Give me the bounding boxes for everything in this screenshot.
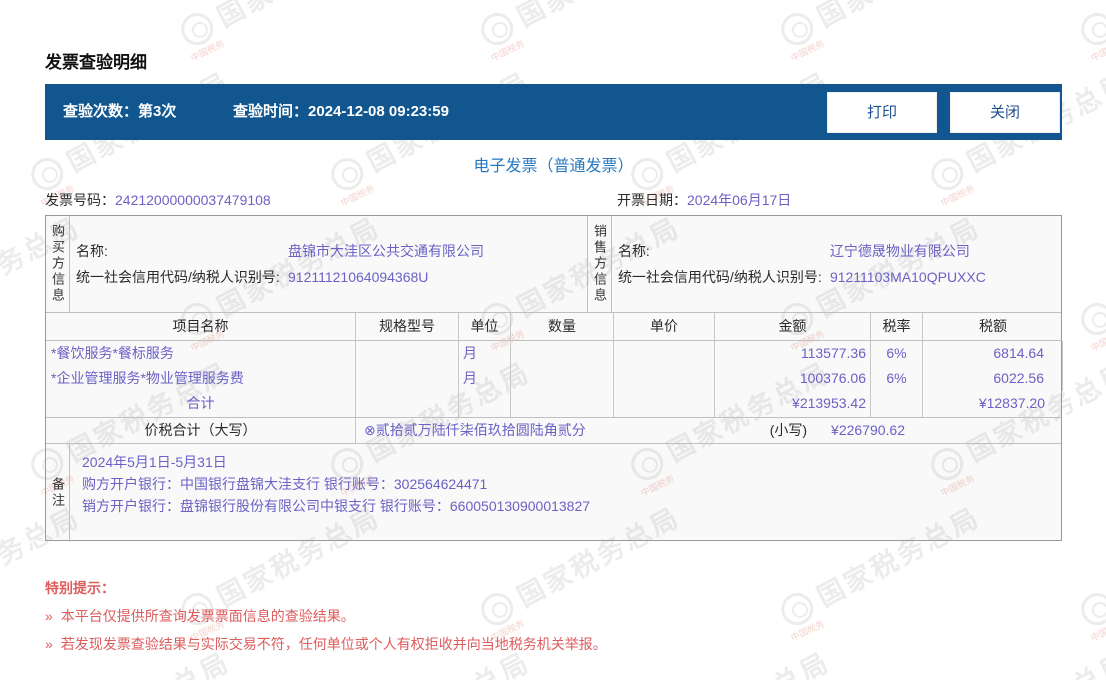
remarks-side-label: 备注 <box>50 477 65 509</box>
notice-item: » 本平台仅提供所查询发票票面信息的查验结果。 <box>45 606 355 626</box>
items-table-header: 项目名称 规格型号 单位 数量 单价 金额 税率 税额 <box>46 313 1061 341</box>
remark-line: 购方开户银行：中国银行盘锦大洼支行 银行账号：302564624471 <box>82 476 488 492</box>
item-row-price <box>614 366 715 391</box>
col-header-spec: 规格型号 <box>356 313 459 340</box>
notice-title: 特别提示： <box>45 580 115 596</box>
item-row-taxrate: 6% <box>871 341 923 366</box>
seller-taxid-label: 统一社会信用代码/纳税人识别号: <box>617 269 822 285</box>
col-header-price: 单价 <box>614 313 715 340</box>
grand-total-words: ⊗贰拾贰万陆仟柒佰玖拾圆陆角贰分 <box>364 422 586 438</box>
grand-total-small: (小写) ¥226790.62 <box>770 418 905 443</box>
check-time-value: 2024-12-08 09:23:59 <box>308 103 449 120</box>
item-row-tax: 6022.56 <box>923 366 1063 391</box>
remark-line: 2024年5月1日-5月31日 <box>82 454 227 470</box>
grand-total-row: 价税合计（大写） ⊗贰拾贰万陆仟柒佰玖拾圆陆角贰分 (小写) ¥226790.6… <box>46 417 1061 443</box>
seller-taxid-value: 91211103MA10QPUXXC <box>829 269 986 285</box>
buyer-name-label: 名称: <box>76 243 108 259</box>
remark-line: 销方开户银行：盘锦银行股份有限公司中银支行 银行账号：6600501309000… <box>82 498 591 514</box>
seller-taxid-row: 统一社会信用代码/纳税人识别号: 91211103MA10QPUXXC <box>618 264 1061 290</box>
notice-bullet: » <box>45 608 53 624</box>
item-row-unit: 月 <box>459 366 511 391</box>
items-table-body: *餐饮服务*餐标服务 月 113577.36 6% 6814.64 *企业管理服… <box>46 341 1063 417</box>
item-row-tax: 6814.64 <box>923 341 1063 366</box>
special-notice: 特别提示： » 本平台仅提供所查询发票票面信息的查验结果。 » 若发现发票查验结果与… <box>45 578 607 652</box>
buyer-name-row: 名称: 盘锦市大洼区公共交通有限公司 <box>76 238 587 264</box>
items-total-amount: ¥213953.42 <box>715 391 871 417</box>
seller-name-value: 辽宁德晟物业有限公司 <box>829 243 970 259</box>
col-header-qty: 数量 <box>511 313 614 340</box>
invoice-number-value: 24212000000037479108 <box>115 192 271 208</box>
col-header-amount: 金额 <box>715 313 871 340</box>
party-info-section: 购买方信息 名称: 盘锦市大洼区公共交通有限公司 统一社会信用代码/纳税人识别号… <box>46 216 1061 313</box>
remarks-section: 备注 2024年5月1日-5月31日 购方开户银行：中国银行盘锦大洼支行 银行账… <box>46 443 1061 542</box>
close-button[interactable]: 关闭 <box>950 92 1060 133</box>
seller-name-label: 名称: <box>617 243 650 259</box>
invoice-date-value: 2024年06月17日 <box>687 192 792 208</box>
invoice-date-label: 开票日期： <box>617 192 687 208</box>
notice-item: » 若发现发票查验结果与实际交易不符，任何单位或个人有权拒收并向当地税务机关举报。 <box>45 634 607 654</box>
buyer-taxid-value: 91211121064094368U <box>288 269 429 285</box>
item-row-qty <box>511 341 614 366</box>
col-header-tax: 税额 <box>979 318 1007 334</box>
item-row-taxrate: 6% <box>871 366 923 391</box>
col-header-unit: 单位 <box>459 313 511 340</box>
invoice-verification-page: 中国税务国家税务总局中国税务国家税务总局中国税务国家税务总局中国税务国家税务总局… <box>0 0 1106 680</box>
invoice-date: 开票日期：2024年06月17日 <box>617 190 791 210</box>
invoice-number-label: 发票号码： <box>45 192 115 208</box>
notice-item-text: 本平台仅提供所查询发票票面信息的查验结果。 <box>60 608 355 624</box>
item-row-qty <box>511 366 614 391</box>
page-title: 发票查验明细 <box>45 53 147 72</box>
check-time: 查验时间：2024-12-08 09:23:59 <box>233 84 449 140</box>
col-header-taxrate: 税率 <box>871 313 923 340</box>
col-header-name: 项目名称 <box>46 313 356 340</box>
buyer-side-label: 购买方信息 <box>50 224 65 304</box>
grand-total-small-value: ¥226790.62 <box>831 422 905 438</box>
check-count: 查验次数：第3次 <box>63 84 176 140</box>
item-row-name: *企业管理服务*物业管理服务费 <box>46 366 356 391</box>
buyer-taxid-label: 统一社会信用代码/纳税人识别号: <box>76 269 280 285</box>
item-row-name: *餐饮服务*餐标服务 <box>46 341 356 366</box>
buyer-info: 购买方信息 名称: 盘锦市大洼区公共交通有限公司 统一社会信用代码/纳税人识别号… <box>46 216 588 312</box>
invoice-number: 发票号码：24212000000037479108 <box>45 190 271 210</box>
grand-total-small-label: (小写) <box>769 422 808 438</box>
seller-side-label: 销售方信息 <box>591 224 607 304</box>
grand-total-label: 价税合计（大写） <box>46 418 356 443</box>
check-count-value: 第3次 <box>138 103 177 120</box>
item-row-unit: 月 <box>459 341 511 366</box>
items-total-tax: ¥12837.20 <box>978 395 1045 411</box>
invoice-body: 购买方信息 名称: 盘锦市大洼区公共交通有限公司 统一社会信用代码/纳税人识别号… <box>45 215 1063 542</box>
seller-name-row: 名称: 辽宁德晟物业有限公司 <box>618 238 1061 264</box>
seller-info: 销售方信息 名称: 辽宁德晟物业有限公司 统一社会信用代码/纳税人识别号: 91… <box>588 216 1061 312</box>
item-row-spec <box>356 366 459 391</box>
item-row-amount: 100376.06 <box>715 366 871 391</box>
notice-bullet: » <box>45 636 53 652</box>
check-count-label: 查验次数： <box>63 103 139 120</box>
check-time-label: 查验时间： <box>233 103 309 120</box>
item-row-amount: 113577.36 <box>715 341 871 366</box>
buyer-name-value: 盘锦市大洼区公共交通有限公司 <box>288 243 484 259</box>
items-total-label: 合计 <box>46 391 356 417</box>
item-row-price <box>614 341 715 366</box>
item-row-spec <box>356 341 459 366</box>
verification-toolbar: 查验次数：第3次 查验时间：2024-12-08 09:23:59 打印 关闭 <box>45 84 1062 140</box>
invoice-doc-title: 电子发票（普通发票） <box>473 158 634 175</box>
notice-item-text: 若发现发票查验结果与实际交易不符，任何单位或个人有权拒收并向当地税务机关举报。 <box>60 636 607 652</box>
buyer-taxid-row: 统一社会信用代码/纳税人识别号: 91211121064094368U <box>76 264 587 290</box>
print-button[interactable]: 打印 <box>827 92 937 133</box>
